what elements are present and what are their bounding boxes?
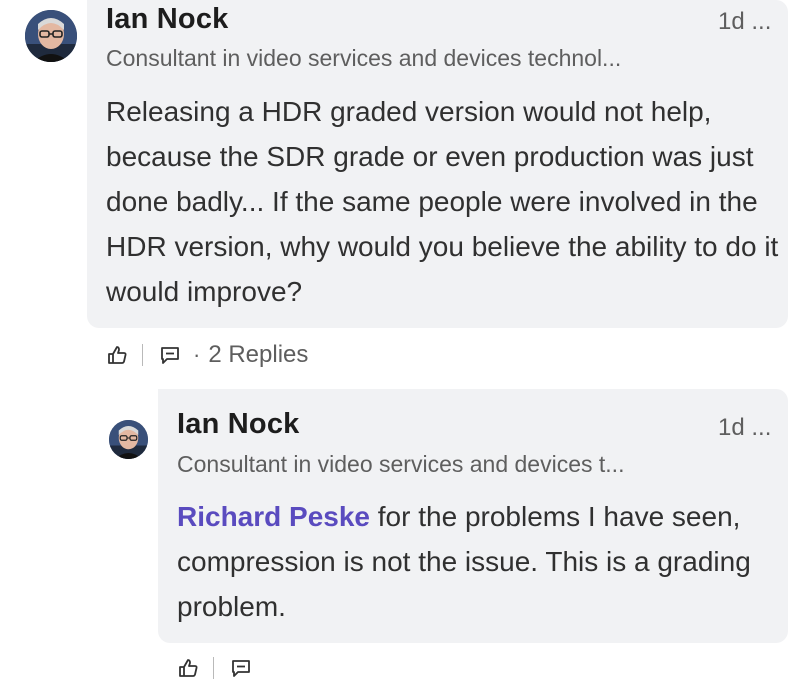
avatar-photo [25,10,77,62]
replies-separator: · [193,342,201,367]
action-divider [142,344,143,366]
reply-author-name[interactable]: Ian Nock [177,408,299,441]
comment-author-name[interactable]: Ian Nock [106,3,228,36]
mention-link[interactable]: Richard Peske [177,501,370,532]
comment-text: Releasing a HDR graded version would not… [106,96,779,307]
avatar[interactable] [25,10,77,62]
thumbs-up-icon[interactable] [106,344,128,366]
avatar-photo [109,420,148,459]
replies-count-link[interactable]: 2 Replies [208,341,308,369]
comment-icon[interactable] [230,657,252,679]
reply-actions [177,653,252,683]
comment-author-headline: Consultant in video services and devices… [106,45,622,71]
comment-icon[interactable] [159,344,181,366]
comment-time[interactable]: 1d ... [718,8,771,36]
reply-author-headline: Consultant in video services and devices… [177,451,625,477]
reply-avatar[interactable] [109,420,148,459]
reply-time[interactable]: 1d ... [718,414,771,442]
thumbs-up-icon[interactable] [177,657,199,679]
comment-actions: · 2 Replies [106,340,308,370]
action-divider [213,657,214,679]
reply-text: Richard Peske for the problems I have se… [177,494,783,629]
